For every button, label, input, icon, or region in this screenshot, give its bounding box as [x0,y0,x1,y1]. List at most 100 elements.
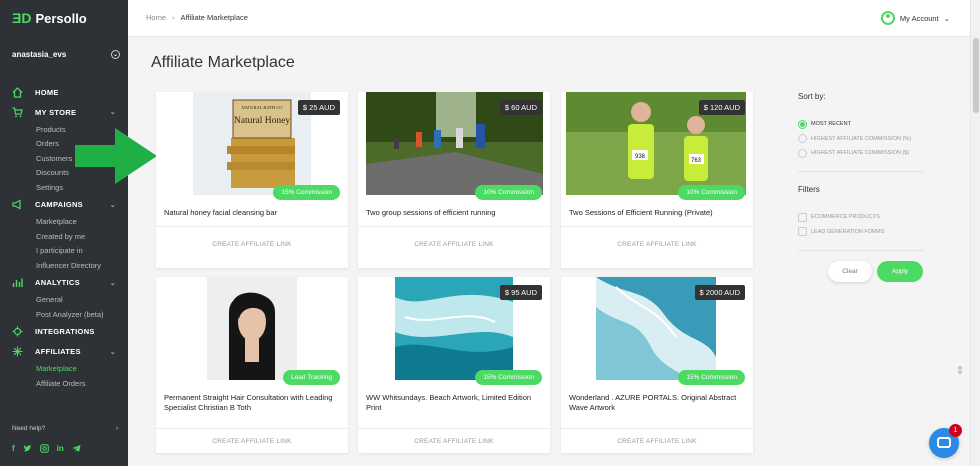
commission-badge: 15% Commission [678,370,745,385]
filter-lead-generation-forms[interactable]: LEAD GENERATION FORMS [798,225,924,240]
radio-selected[interactable] [798,119,807,129]
sort-option-label: MOST RECENT [811,121,851,128]
checkbox[interactable] [798,212,807,222]
filters-heading: Filters [798,185,820,194]
product-card[interactable]: $ 2000 AUD 15% Commission Wonderland . A… [561,277,753,453]
integrations-icon [12,326,23,337]
sidebar-item-created-by-me[interactable]: Created by me [0,229,128,244]
nav-affiliates-label: AFFILIATES [35,347,81,356]
sidebar-item-post-analyzer[interactable]: Post Analyzer (beta) [0,307,128,322]
lead-tracking-badge: Lead Tracking [283,370,340,385]
green-arrow-icon [75,128,157,184]
radio[interactable] [798,148,807,158]
telegram-icon[interactable] [72,444,81,455]
account-menu[interactable]: My Account ⌄ [880,11,950,25]
twitter-icon[interactable] [23,444,32,455]
clear-button[interactable]: Clear [828,261,872,282]
create-affiliate-link-button[interactable]: CREATE AFFILIATE LINK [358,241,550,248]
sort-option-label: HIGHEST AFFILIATE COMMISSION ($) [811,150,910,157]
logo-mark: ƎD [12,10,32,26]
scrollbar[interactable] [970,0,980,466]
apply-button[interactable]: Apply [877,261,923,282]
facebook-icon[interactable]: f [12,444,15,455]
scrollbar-thumb[interactable] [973,38,979,113]
create-affiliate-link-button[interactable]: CREATE AFFILIATE LINK [561,438,753,445]
username: anastasia_evs [12,50,67,59]
chat-icon [937,437,951,448]
breadcrumb-home[interactable]: Home [146,13,166,22]
product-card[interactable]: Lead Tracking Permanent Straight Hair Co… [156,277,348,453]
divider [798,250,924,251]
linkedin-icon[interactable]: in [57,444,64,455]
sidebar-item-affiliate-marketplace[interactable]: Marketplace [0,362,128,377]
sort-option-commission-percent[interactable]: HIGHEST AFFILIATE COMMISSION (%) [798,132,924,147]
instagram-icon[interactable] [39,444,49,455]
product-image-hair [207,277,297,380]
sidebar-item-i-participate-in[interactable]: I participate in [0,244,128,259]
sidebar-item-affiliate-orders[interactable]: Affiliate Orders [0,376,128,391]
nav-affiliates[interactable]: AFFILIATES ⌄ [0,342,128,362]
chevron-down-icon: ⌄ [109,201,116,209]
sort-option-label: HIGHEST AFFILIATE COMMISSION (%) [811,135,912,142]
sidebar-item-campaign-marketplace[interactable]: Marketplace [0,215,128,230]
nav-campaigns-label: CAMPAIGNS [35,200,83,209]
product-title[interactable]: Permanent Straight Hair Consultation wit… [164,393,340,413]
breadcrumb-current: Affiliate Marketplace [180,13,248,22]
drag-handle-icon[interactable]: ⇕ [953,364,967,378]
checkbox[interactable] [798,227,807,237]
product-image-beach-artwork [395,277,513,380]
create-affiliate-link-button[interactable]: CREATE AFFILIATE LINK [358,438,550,445]
divider [561,226,753,227]
product-title[interactable]: Two Sessions of Efficient Running (Priva… [569,208,745,218]
create-affiliate-link-button[interactable]: CREATE AFFILIATE LINK [561,241,753,248]
network-icon [12,346,23,357]
product-card[interactable]: 938 763 $ 120 AUD 10% Commission Two Ses… [561,92,753,268]
page-title: Affiliate Marketplace [151,54,295,71]
product-image-honey: NATURAL BATH CO Natural Honey [193,92,311,195]
bib-number: 763 [691,158,702,164]
filter-label: ECOMMERCE PRODUCTS [811,214,880,221]
filter-label: LEAD GENERATION FORMS [811,228,885,235]
home-icon [12,86,23,98]
radio[interactable] [798,134,807,144]
chevron-right-icon: › [115,425,118,432]
divider [156,428,348,429]
nav-campaigns[interactable]: CAMPAIGNS ⌄ [0,195,128,215]
avatar [880,11,895,25]
image-label-main: Natural Honey [234,116,290,126]
user-menu[interactable]: anastasia_evs ⌄ [12,50,120,59]
image-label-top: NATURAL BATH CO [241,105,283,110]
filter-ecommerce-products[interactable]: ECOMMERCE PRODUCTS [798,210,924,225]
chevron-down-icon: ⌄ [109,348,116,356]
sort-option-commission-dollar[interactable]: HIGHEST AFFILIATE COMMISSION ($) [798,146,924,161]
divider [358,226,550,227]
product-title[interactable]: WW Whitsundays. Beach Artwork, Limited E… [366,393,542,413]
product-title[interactable]: Wonderland . AZURE PORTALS. Original Abs… [569,393,745,413]
product-title[interactable]: Natural honey facial cleansing bar [164,208,340,218]
social-links: f in [12,444,81,455]
user-chevron-icon[interactable]: ⌄ [111,50,120,59]
create-affiliate-link-button[interactable]: CREATE AFFILIATE LINK [156,241,348,248]
nav-integrations[interactable]: INTEGRATIONS [0,322,128,342]
logo[interactable]: ƎD Persollo [12,10,87,26]
price-badge: $ 2000 AUD [694,285,745,300]
product-card[interactable]: $ 60 AUD 10% Commission Two group sessio… [358,92,550,268]
create-affiliate-link-button[interactable]: CREATE AFFILIATE LINK [156,438,348,445]
chevron-down-icon: ⌄ [109,109,116,116]
nav-home[interactable]: HOME [0,82,128,102]
nav-integrations-label: INTEGRATIONS [35,327,95,336]
product-card[interactable]: $ 95 AUD 15% Commission WW Whitsundays. … [358,277,550,453]
filters-panel: Filters ECOMMERCE PRODUCTS LEAD GENERATI… [798,185,924,239]
sort-option-most-recent[interactable]: MOST RECENT [798,117,924,132]
nav-my-store[interactable]: MY STORE ⌄ [0,102,128,122]
product-title[interactable]: Two group sessions of efficient running [366,208,542,218]
need-help[interactable]: Need help? › [12,425,118,432]
sidebar: ƎD Persollo anastasia_evs ⌄ HOME MY STOR… [0,0,128,466]
chat-button[interactable]: 1 [929,424,962,458]
commission-badge: 15% Commission [273,185,340,200]
sidebar-item-influencer-directory[interactable]: Influencer Directory [0,258,128,273]
sidebar-item-general[interactable]: General [0,293,128,308]
nav-analytics[interactable]: ANALYTICS ⌄ [0,273,128,293]
product-card[interactable]: NATURAL BATH CO Natural Honey $ 25 AUD 1… [156,92,348,268]
price-badge: $ 25 AUD [297,100,340,115]
